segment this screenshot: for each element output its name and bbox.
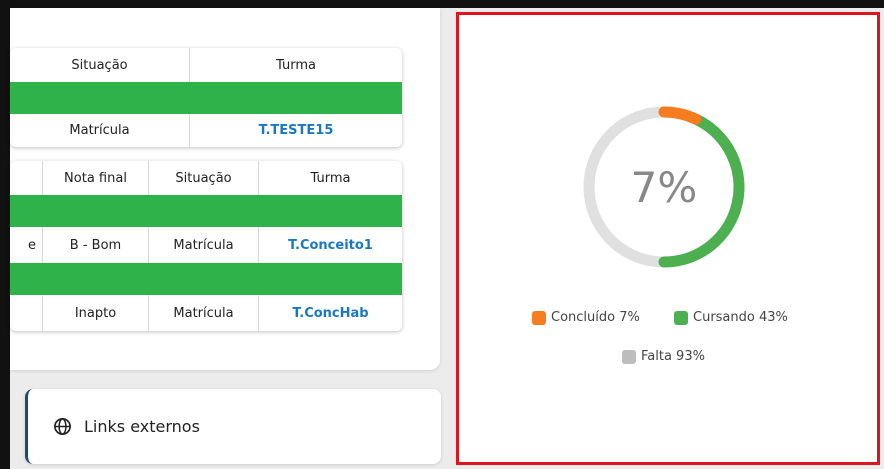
links-externos-button[interactable]: Links externos (25, 389, 441, 464)
header-turma: Turma (310, 170, 351, 186)
legend-cursando: Cursando 43% (674, 310, 788, 325)
header-truncated (10, 161, 43, 195)
links-externos-label: Links externos (84, 417, 200, 436)
legend-falta: Falta 93% (622, 349, 705, 364)
disciplines-table-1: Situação Turma Matrícula T.TESTE15 (10, 48, 402, 147)
legend-concluido: Concluído 7% (532, 310, 640, 325)
donut-center-label: 7% (631, 163, 698, 212)
header-nota-final: Nota final (43, 161, 149, 195)
cell-situacao: Matrícula (149, 227, 259, 263)
cell-situacao: Matrícula (10, 114, 190, 147)
table-header-row: Situação Turma (10, 48, 402, 82)
turma-link[interactable]: T.ConcHab (259, 295, 402, 331)
table-row: e B - Bom Matrícula T.Conceito1 (10, 227, 402, 263)
swatch-cursando (674, 310, 688, 325)
cell-nota-final: B - Bom (43, 227, 149, 263)
progress-donut: 7% (583, 106, 745, 268)
legend-label-falta: Falta 93% (641, 349, 705, 364)
swatch-concluido (532, 310, 546, 325)
group-bar (10, 82, 402, 114)
table-header-row: Nota final Situação Turma (10, 161, 402, 195)
cell-nota-final: Inapto (43, 295, 149, 331)
legend-label-cursando: Cursando 43% (693, 310, 788, 325)
table-row: Matrícula T.TESTE15 (10, 114, 402, 147)
globe-icon (53, 417, 72, 436)
cell-truncated (10, 295, 43, 331)
disciplines-table-2: Nota final Situação Turma e B - Bom Matr… (10, 161, 402, 331)
turma-link[interactable]: T.Conceito1 (259, 227, 402, 263)
top-border (0, 0, 884, 8)
turma-link[interactable]: T.TESTE15 (190, 114, 402, 147)
group-bar (10, 195, 402, 227)
legend-label-concluido: Concluído 7% (551, 310, 640, 325)
swatch-falta (622, 349, 636, 364)
left-border (0, 0, 10, 469)
header-turma: Turma (276, 57, 316, 73)
cell-truncated: e (10, 227, 43, 263)
donut-arc-concluido (658, 106, 702, 125)
cell-situacao: Matrícula (149, 295, 259, 331)
header-situacao: Situação (10, 48, 190, 82)
header-situacao: Situação (149, 161, 259, 195)
table-row: Inapto Matrícula T.ConcHab (10, 295, 402, 331)
progress-panel: 7% Concluído 7% Cursando 43% Falta 93% (456, 12, 880, 465)
group-bar (10, 263, 402, 295)
